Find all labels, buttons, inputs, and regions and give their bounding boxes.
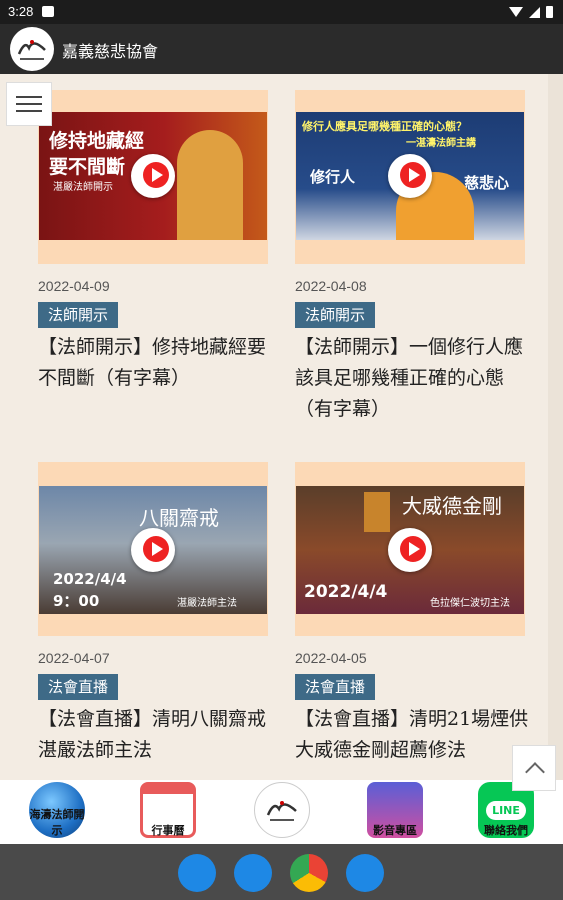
app-title: 嘉義慈悲協會 xyxy=(62,42,159,61)
thumbnail-time: 9：00 xyxy=(53,592,100,610)
battery-icon xyxy=(546,6,553,18)
bottom-nav-item-teachings[interactable]: 海濤法師開示 xyxy=(25,780,89,840)
thumbnail-frame[interactable]: 八關齋戒 2022/4/4 9：00 湛嚴法師主法 xyxy=(38,462,268,636)
bottom-nav-item-home[interactable] xyxy=(250,780,314,840)
play-icon[interactable] xyxy=(388,154,432,198)
thumbnail-subtitle: 湛嚴法師主法 xyxy=(177,598,237,609)
video-thumbnail[interactable]: 修持地藏經 要不間斷 湛嚴法師開示 xyxy=(39,112,267,240)
thumbnail-title-line: 大威德金剛 xyxy=(402,494,502,518)
category-badge[interactable]: 法師開示 xyxy=(295,302,376,328)
line-icon-text: LINE xyxy=(486,800,526,820)
monk-figure xyxy=(177,130,243,240)
hamburger-menu-icon[interactable] xyxy=(6,82,52,126)
notification-icon xyxy=(42,6,54,17)
bottom-nav-label: 影音專區 xyxy=(373,824,417,837)
bottom-nav: 海濤法師開示 行事曆 影音專區 LINE 聯絡我們 xyxy=(0,780,563,844)
video-thumbnail[interactable]: 八關齋戒 2022/4/4 9：00 湛嚴法師主法 xyxy=(39,486,267,614)
camera-icon[interactable] xyxy=(346,854,384,892)
play-icon[interactable] xyxy=(388,528,432,572)
status-icons xyxy=(509,6,553,18)
video-date: 2022-04-09 xyxy=(38,278,110,294)
thumbnail-title-line: 八關齋戒 xyxy=(139,506,219,530)
thumbnail-title-line: 修行人應具足哪幾種正確的心態？ xyxy=(302,120,467,133)
video-thumbnail[interactable]: 大威德金剛 2022/4/4 色拉傑仁波切主法 xyxy=(296,486,524,614)
status-bar: 3:28 xyxy=(0,0,563,24)
scroll-top-button[interactable] xyxy=(512,745,556,791)
video-feed[interactable]: 修持地藏經 要不間斷 湛嚴法師開示 2022-04-09 法師開示 【法師開示】… xyxy=(0,74,548,780)
thumbnail-date: 2022/4/4 xyxy=(304,582,388,602)
thumbnail-title-line: 要不間斷 xyxy=(49,156,126,178)
bottom-nav-label: 海濤法師開示 xyxy=(29,808,85,837)
bottom-nav-label: 行事曆 xyxy=(151,824,185,837)
bottom-nav-item-videos[interactable]: 影音專區 xyxy=(363,780,427,840)
video-date: 2022-04-08 xyxy=(295,278,367,294)
thumbnail-tag: 慈悲心 xyxy=(464,174,510,192)
thumbnail-subtitle: 湛嚴法師開示 xyxy=(53,182,113,193)
bottom-nav-label: 聯絡我們 xyxy=(484,824,528,837)
wifi-icon xyxy=(509,7,523,17)
category-badge[interactable]: 法師開示 xyxy=(38,302,119,328)
messages-icon[interactable] xyxy=(234,854,272,892)
chrome-icon[interactable] xyxy=(290,854,328,892)
association-logo-icon xyxy=(254,782,310,838)
phone-icon[interactable] xyxy=(178,854,216,892)
thumbnail-subtitle: 色拉傑仁波切主法 xyxy=(430,598,510,609)
category-badge[interactable]: 法會直播 xyxy=(38,674,119,700)
status-time: 3:28 xyxy=(8,4,34,19)
video-title[interactable]: 【法會直播】清明21場煙供 大威德金剛超薦修法 xyxy=(295,704,535,766)
video-date: 2022-04-07 xyxy=(38,650,110,666)
signal-icon xyxy=(529,6,540,18)
video-title[interactable]: 【法會直播】清明八關齋戒 湛嚴法師主法 xyxy=(38,704,278,766)
app-logo-icon xyxy=(10,27,54,71)
app-bar: 嘉義慈悲協會 xyxy=(0,24,563,74)
scrollbar[interactable] xyxy=(548,74,563,780)
thumbnail-frame[interactable]: 大威德金剛 2022/4/4 色拉傑仁波切主法 xyxy=(295,462,525,636)
video-thumbnail[interactable]: 修行人應具足哪幾種正確的心態？ 一湛濤法師主講 修行人 慈悲心 xyxy=(296,112,524,240)
video-title[interactable]: 【法師開示】修持地藏經要不間斷（有字幕） xyxy=(38,332,278,394)
play-icon[interactable] xyxy=(131,154,175,198)
play-icon[interactable] xyxy=(131,528,175,572)
bottom-nav-item-calendar[interactable]: 行事曆 xyxy=(136,780,200,840)
thumbnail-title-line: 修持地藏經 xyxy=(49,130,145,152)
thangka-image xyxy=(364,492,390,532)
thumbnail-subtitle: 一湛濤法師主講 xyxy=(406,138,476,149)
system-dock xyxy=(0,844,563,900)
thumbnail-frame[interactable]: 修持地藏經 要不間斷 湛嚴法師開示 xyxy=(38,90,268,264)
video-date: 2022-04-05 xyxy=(295,650,367,666)
thumbnail-date: 2022/4/4 xyxy=(53,570,127,588)
thumbnail-tag: 修行人 xyxy=(310,168,356,186)
category-badge[interactable]: 法會直播 xyxy=(295,674,376,700)
video-title[interactable]: 【法師開示】一個修行人應該具足哪幾種正確的心態（有字幕） xyxy=(295,332,535,425)
thumbnail-frame[interactable]: 修行人應具足哪幾種正確的心態？ 一湛濤法師主講 修行人 慈悲心 xyxy=(295,90,525,264)
